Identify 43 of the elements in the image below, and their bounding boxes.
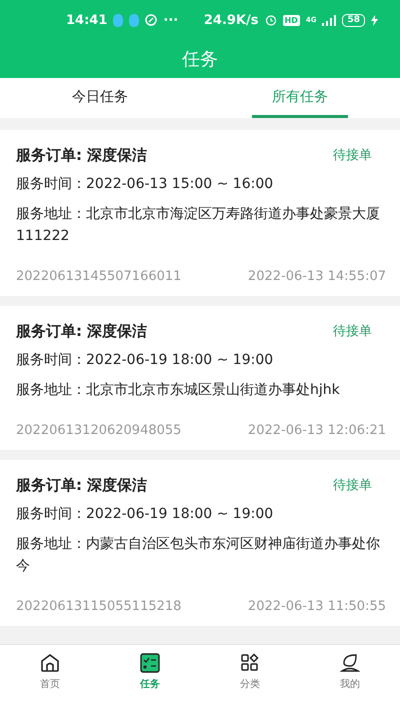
order-number: 20220613120620948055 bbox=[16, 423, 182, 438]
blob-icon bbox=[113, 14, 124, 26]
service-address: 服务地址：北京市北京市东城区景山街道办事处hjhk bbox=[16, 381, 341, 400]
compass-icon bbox=[145, 14, 158, 26]
alarm-icon bbox=[264, 14, 276, 26]
more-indicator: ··· bbox=[163, 12, 178, 28]
signal-icon bbox=[322, 14, 336, 26]
order-card[interactable]: 服务订单: 深度保洁 待接单 服务时间：2022-06-13 15:00 ~ 16:00 服务地址：北京市北京市海淀区万寿路街道办事处豪景大厦111222 20220613145507166011 2022-06-13 14:55:07 bbox=[0, 130, 400, 296]
nav-item[interactable]: 我的 bbox=[300, 645, 400, 711]
bolt-icon bbox=[371, 14, 378, 26]
home-icon bbox=[40, 653, 60, 673]
order-created-time: 2022-06-13 14:55:07 bbox=[248, 269, 386, 284]
order-status: 待接单 bbox=[333, 323, 372, 340]
clock: 14:41 bbox=[66, 12, 108, 28]
blob-icon bbox=[129, 14, 140, 26]
checklist-icon bbox=[140, 653, 160, 673]
tab[interactable]: 今日任务 bbox=[52, 78, 148, 118]
tab[interactable]: 所有任务 bbox=[252, 78, 348, 118]
order-title: 服务订单: 深度保洁 bbox=[16, 146, 148, 165]
order-status: 待接单 bbox=[333, 147, 372, 164]
nav-item[interactable]: 任务 bbox=[100, 645, 200, 711]
grid-icon bbox=[240, 653, 260, 673]
order-card[interactable]: 服务订单: 深度保洁 待接单 服务时间：2022-06-19 18:00 ~ 19:00 服务地址：北京市北京市东城区景山街道办事处hjhk 20220613120620948055 2022-06-13 12:06:21 bbox=[0, 306, 400, 450]
nav-item[interactable]: 分类 bbox=[200, 645, 300, 711]
order-number: 20220613115055115218 bbox=[16, 599, 182, 614]
person-icon bbox=[340, 653, 360, 673]
service-address: 服务地址：北京市北京市海淀区万寿路街道办事处豪景大厦111222 bbox=[16, 205, 381, 246]
service-time: 服务时间：2022-06-19 18:00 ~ 19:00 bbox=[16, 505, 274, 524]
service-time: 服务时间：2022-06-13 15:00 ~ 16:00 bbox=[16, 175, 274, 194]
order-title: 服务订单: 深度保洁 bbox=[16, 476, 148, 495]
order-title: 服务订单: 深度保洁 bbox=[16, 322, 148, 341]
battery-level: 58 bbox=[342, 14, 365, 26]
service-address: 服务地址：内蒙古自治区包头市东河区财神庙街道办事处你今 bbox=[16, 535, 381, 576]
order-number: 20220613145507166011 bbox=[16, 269, 182, 284]
order-card[interactable]: 服务订单: 深度保洁 待接单 服务时间：2022-06-19 18:00 ~ 19:00 服务地址：内蒙古自治区包头市东河区财神庙街道办事处你今 20220613115055115218 2022-06-13 11:50:55 bbox=[0, 460, 400, 626]
network-speed: 24.9K/s bbox=[204, 12, 258, 28]
nav-item[interactable]: 首页 bbox=[0, 645, 100, 711]
page-title: 任务 bbox=[182, 48, 218, 71]
order-status: 待接单 bbox=[333, 477, 372, 494]
service-time: 服务时间：2022-06-19 18:00 ~ 19:00 bbox=[16, 351, 274, 370]
order-created-time: 2022-06-13 12:06:21 bbox=[248, 423, 386, 438]
hd-badge: HD bbox=[282, 14, 300, 26]
order-created-time: 2022-06-13 11:50:55 bbox=[248, 599, 386, 614]
